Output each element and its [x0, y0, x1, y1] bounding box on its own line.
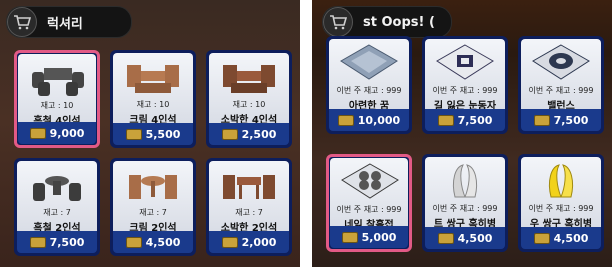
shop-item-card[interactable]: 이번 주 재고 : 999 우 쌍구 혹히병 4,500: [518, 154, 604, 252]
cream-table-4-image: [127, 65, 179, 93]
shop-item-card[interactable]: 재고 : 7 크림 2인석 4,500: [110, 158, 196, 256]
stock-label: 재고 : 7: [235, 208, 263, 217]
ticket-icon: [533, 114, 550, 126]
stock-label: 이번 주 재고 : 999: [336, 86, 402, 95]
luxury-shop-panel: 럭셔리 재고 : 10 흑철 4인석 9,000: [0, 0, 300, 267]
black-iron-table-4-image: [32, 68, 84, 96]
shop-item-card[interactable]: 재고 : 7 흑철 2인석 7,500: [14, 158, 100, 256]
item-price: 4,500: [145, 235, 181, 249]
item-price: 7,500: [457, 113, 493, 127]
ticket-icon: [125, 128, 142, 140]
item-price: 2,000: [241, 235, 277, 249]
stock-label: 재고 : 7: [139, 208, 167, 217]
item-price: 7,500: [49, 235, 85, 249]
ticket-icon: [437, 232, 454, 244]
ticket-icon: [125, 236, 142, 248]
dreamy-rug-image: [340, 44, 398, 80]
category-header: 럭셔리: [6, 6, 132, 38]
item-price: 4,500: [457, 231, 493, 245]
stock-label: 재고 : 10: [40, 101, 74, 110]
black-iron-table-2-image: [33, 176, 81, 201]
ticket-icon: [29, 127, 46, 139]
lost-eye-rug-image: [436, 44, 494, 80]
shop-item-card[interactable]: 재고 : 10 흑철 4인석 9,000: [14, 50, 100, 148]
item-price: 5,500: [145, 127, 181, 141]
item-price: 5,000: [361, 230, 397, 244]
rustic-table-2-image: [223, 175, 275, 199]
item-price: 10,000: [357, 113, 401, 127]
shop-item-card[interactable]: 재고 : 7 소박한 2인석 2,000: [206, 158, 292, 256]
ticket-icon: [341, 231, 358, 243]
category-header: st Oops! (: [322, 6, 452, 38]
ticket-icon: [29, 236, 46, 248]
ticket-icon: [437, 114, 454, 126]
balance-rug-image: [532, 44, 590, 80]
silver-horn-vase-image: [452, 164, 478, 198]
item-price: 4,500: [553, 231, 589, 245]
stock-label: 재고 : 10: [136, 100, 170, 109]
cart-icon: [330, 15, 347, 30]
stock-label: 재고 : 10: [232, 100, 266, 109]
shop-item-card[interactable]: 이번 주 재고 : 999 트 쌍구 혹히병 4,500: [422, 154, 508, 252]
category-title: st Oops! (: [363, 14, 435, 30]
stock-label: 이번 주 재고 : 999: [432, 86, 498, 95]
item-price: 2,500: [241, 127, 277, 141]
ticket-icon: [221, 236, 238, 248]
shop-item-card[interactable]: 이번 주 재고 : 999 밸런스 7,500: [518, 36, 604, 134]
decor-shop-panel: st Oops! ( 이번 주 재고 : 999 아련한 꿈 10,000 이번…: [312, 0, 612, 267]
ticket-icon: [533, 232, 550, 244]
rustic-table-4-image: [223, 65, 275, 93]
cart-icon: [14, 15, 31, 30]
category-title: 럭셔리: [47, 16, 83, 32]
gold-horn-vase-image: [548, 164, 574, 198]
shop-item-card[interactable]: 재고 : 10 크림 4인석 5,500: [110, 50, 196, 148]
shop-item-card[interactable]: 이번 주 재고 : 999 네잎 찰흙접 5,000: [326, 154, 412, 252]
shop-item-card[interactable]: 이번 주 재고 : 999 아련한 꿈 10,000: [326, 36, 412, 134]
stock-label: 이번 주 재고 : 999: [528, 86, 594, 95]
shop-item-card[interactable]: 재고 : 10 소박한 4인석 2,500: [206, 50, 292, 148]
ticket-icon: [337, 114, 354, 126]
item-price: 7,500: [553, 113, 589, 127]
ticket-icon: [221, 128, 238, 140]
cart-button[interactable]: [323, 7, 353, 37]
cart-button[interactable]: [7, 7, 37, 37]
item-price: 9,000: [49, 126, 85, 140]
stock-label: 이번 주 재고 : 999: [528, 204, 594, 213]
stock-label: 이번 주 재고 : 999: [336, 205, 402, 214]
stock-label: 이번 주 재고 : 999: [432, 204, 498, 213]
cream-table-2-image: [129, 175, 177, 199]
shop-item-card[interactable]: 이번 주 재고 : 999 길 잃은 눈동자 7,500: [422, 36, 508, 134]
stock-label: 재고 : 7: [43, 208, 71, 217]
four-leaf-rug-image: [341, 163, 399, 199]
